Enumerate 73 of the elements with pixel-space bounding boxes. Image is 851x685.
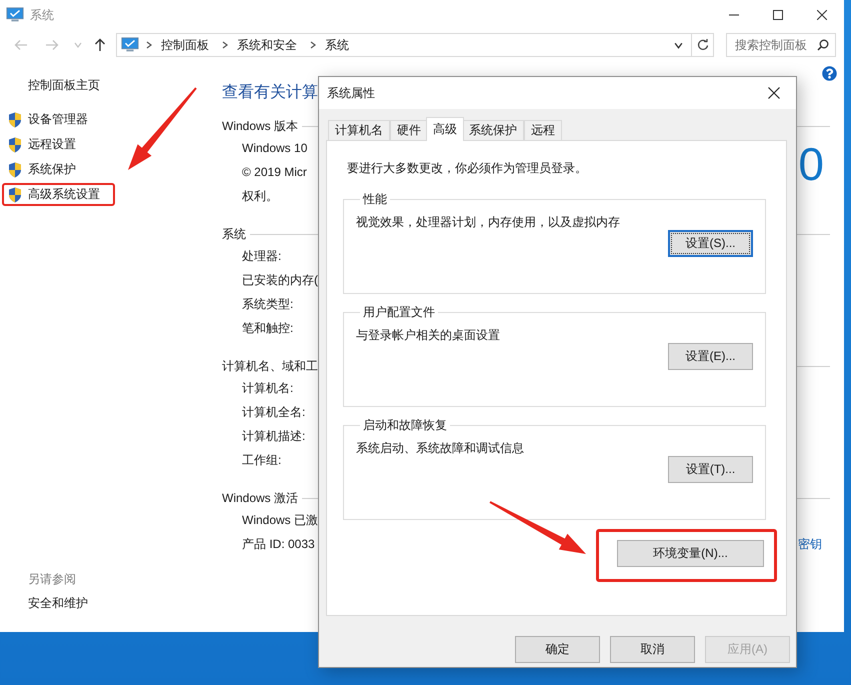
see-also-link[interactable]: 安全和维护 [28,591,222,615]
group-title: 用户配置文件 [362,304,436,321]
settings-button[interactable]: 设置(S)... [668,230,753,257]
tab[interactable]: 远程 [524,120,562,141]
page-title: 查看有关计算 [222,82,318,103]
sidebar-item-label: 远程设置 [28,136,76,153]
sidebar-item[interactable]: 远程设置 [2,133,115,156]
shield-icon [8,186,22,202]
group-description: 与登录帐户相关的桌面设置 [356,327,501,343]
settings-button[interactable]: 设置(T)... [668,456,753,483]
group-description: 视觉效果，处理器计划，内存使用，以及虚拟内存 [356,214,621,230]
help-icon[interactable] [822,66,837,81]
monitor-icon [121,37,140,53]
section-heading: Windows 激活 [222,490,298,506]
sidebar-item-label: 高级系统设置 [28,186,100,203]
info-row-text: 系统类型: [242,296,294,313]
section-heading: Windows 版本 [222,118,298,134]
info-row-text: Windows 10 [242,140,308,157]
info-row-text: © 2019 Micr [242,164,307,181]
breadcrumb[interactable]: 控制面板 [155,36,216,54]
dialog-button[interactable]: 取消 [610,636,695,663]
breadcrumb[interactable]: 系统和安全 [231,36,304,54]
group-title: 性能 [362,191,388,208]
info-row-text: 工作组: [242,452,282,469]
see-also-title: 另请参阅 [28,571,77,588]
back-arrow-icon [14,39,28,51]
info-row-text: 处理器: [242,248,282,265]
shield-icon [8,136,22,152]
search-field[interactable]: 搜索控制面板 [726,33,836,57]
windows-version-logo-text: 0 [798,137,824,192]
environment-variables-button[interactable]: 环境变量(N)... [617,540,764,567]
tab[interactable]: 系统保护 [462,120,524,141]
sidebar-item[interactable]: 设备管理器 [2,108,115,131]
forward-arrow-icon [45,39,60,51]
shield-icon [8,162,22,178]
dropdown-icon [674,40,683,50]
info-row-text: 计算机名: [242,380,294,397]
info-row-text: 计算机全名: [242,404,306,421]
refresh-icon [696,39,708,51]
address-bar[interactable]: 控制面板 系统和安全 系统 [116,33,714,57]
chevron-icon [145,41,154,49]
group-description: 系统启动、系统故障和调试信息 [356,440,525,456]
tab[interactable]: 高级 [426,117,464,141]
settings-button[interactable]: 设置(E)... [668,343,753,370]
sidebar-item-label: 设备管理器 [28,111,88,128]
info-row-text: Windows 已激 [242,512,318,529]
monitor-icon [6,7,24,23]
section-heading: 系统 [222,226,246,242]
breadcrumb[interactable]: 系统 [319,36,356,54]
caret-icon [74,41,82,49]
info-row-text: 已安装的内存( [242,272,318,289]
shield-icon [8,112,22,128]
window-title: 系统 [30,6,55,24]
search-icon [817,39,829,51]
dialog-button[interactable]: 确定 [515,636,600,663]
sidebar-item[interactable]: 系统保护 [2,158,115,181]
section-heading: 计算机名、域和工 [222,358,318,374]
group-title: 启动和故障恢复 [362,417,448,434]
sidebar-item-label: 系统保护 [28,161,76,178]
control-panel-home-link[interactable]: 控制面板主页 [28,74,222,96]
info-row-text: 产品 ID: 0033 [242,536,315,553]
tab[interactable]: 硬件 [390,120,428,141]
dialog-title: 系统属性 [327,84,376,102]
info-row-text: 权利。 [242,188,278,205]
change-product-key-link[interactable]: 密钥 [798,532,822,556]
admin-notice: 要进行大多数更改，你必须作为管理员登录。 [347,160,588,177]
chevron-icon [309,41,318,49]
sidebar-item[interactable]: 高级系统设置 [2,183,115,206]
chevron-icon [221,41,230,49]
tab[interactable]: 计算机名 [328,120,390,141]
info-row-text: 笔和触控: [242,320,294,337]
up-arrow-icon [94,38,106,52]
info-row-text: 计算机描述: [242,428,306,445]
